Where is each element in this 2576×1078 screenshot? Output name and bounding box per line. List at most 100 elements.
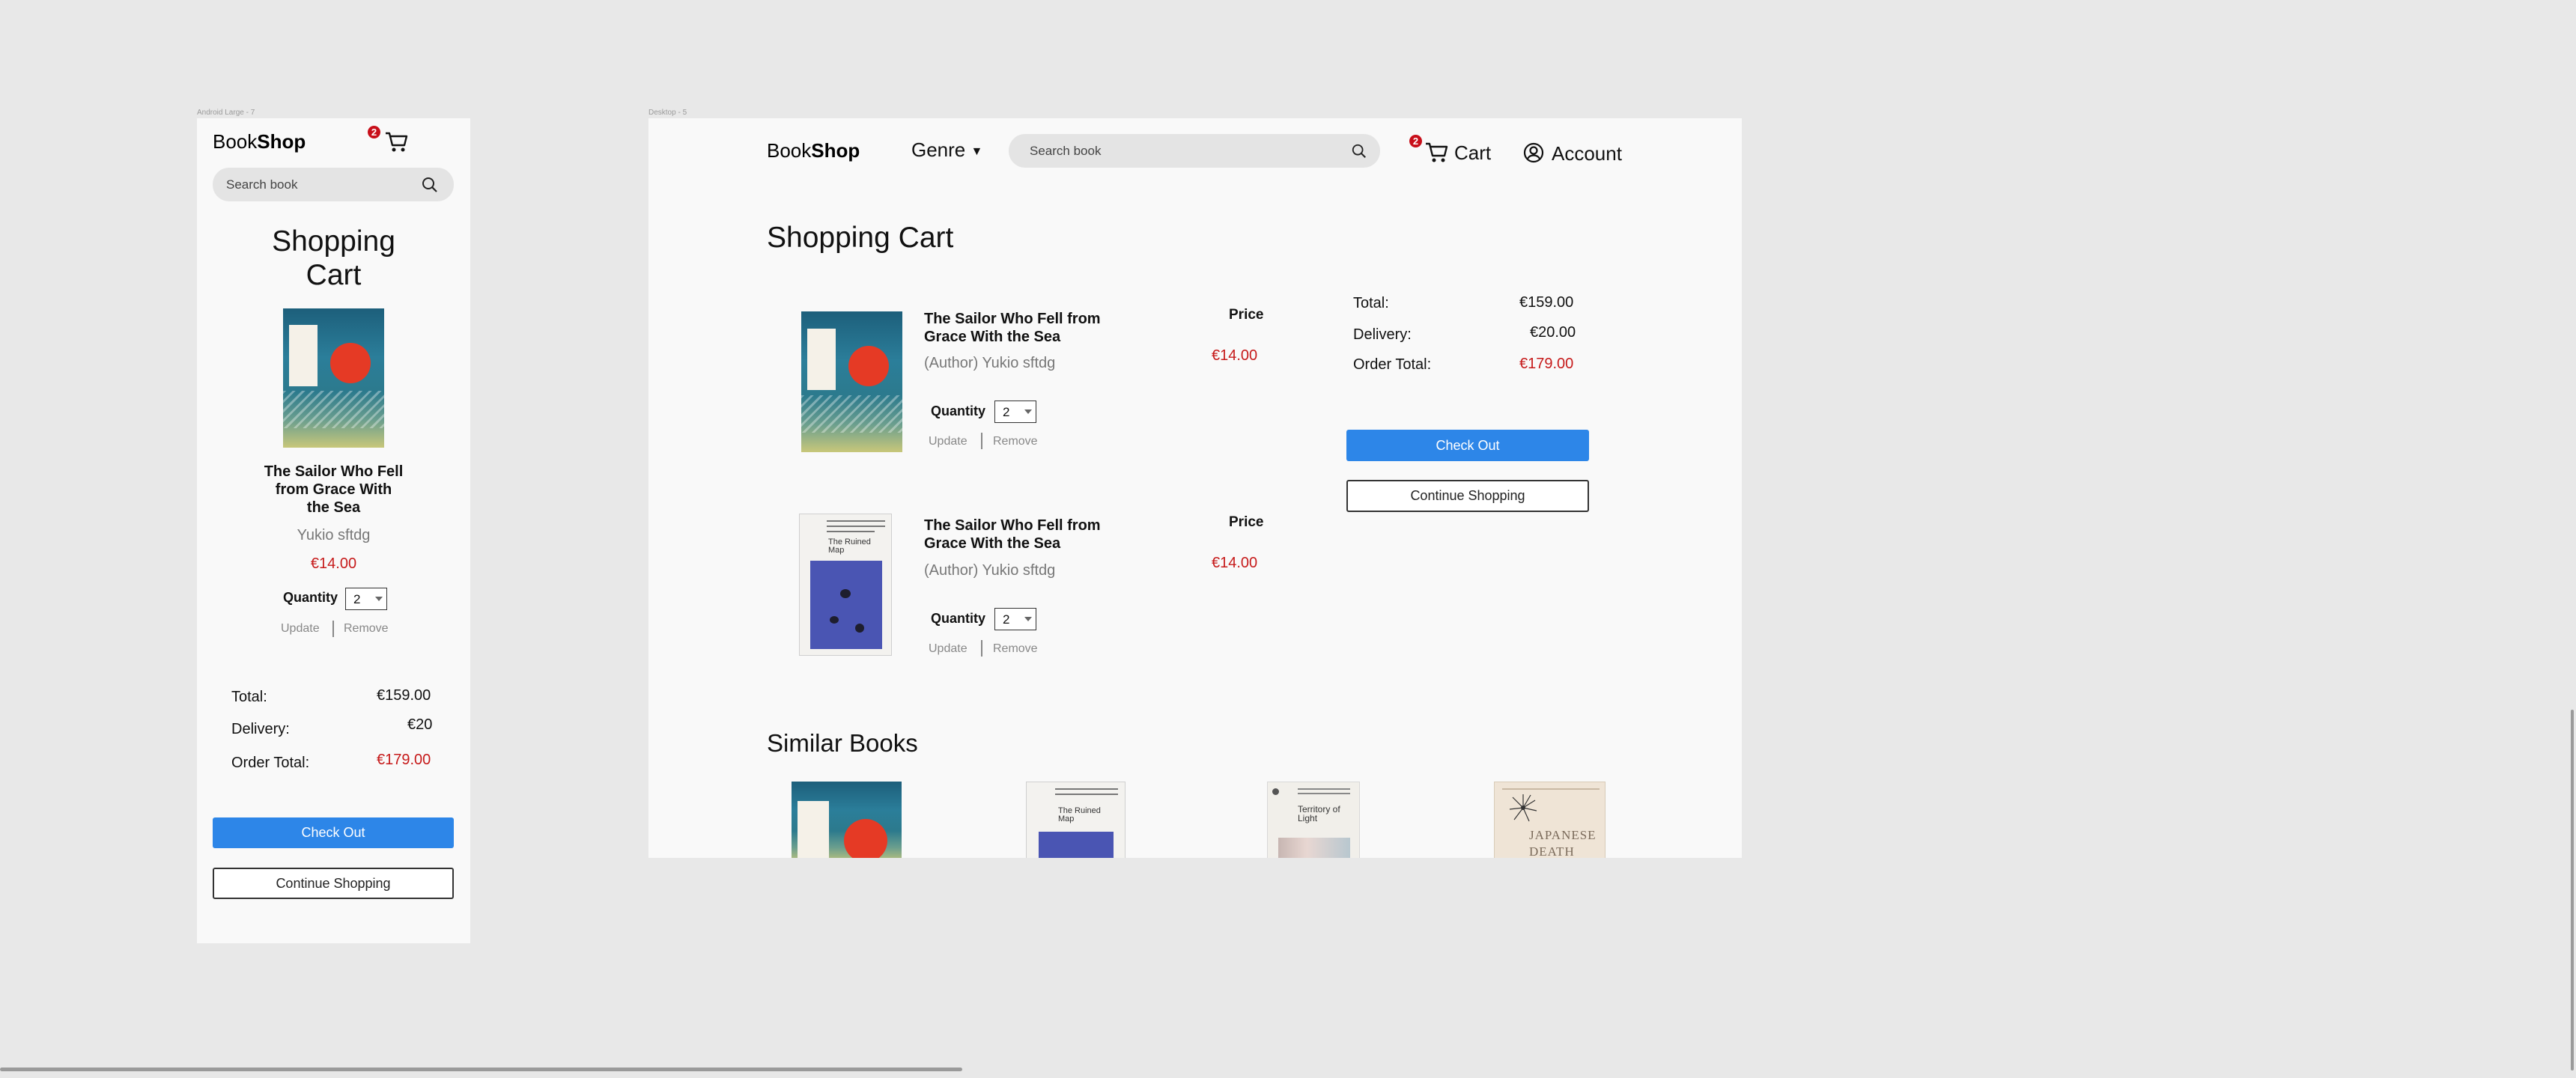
cover-text-stripe bbox=[1502, 788, 1600, 790]
checkout-button[interactable]: Check Out bbox=[213, 817, 454, 848]
item-author: Yukio sftdg bbox=[297, 527, 371, 543]
cart-icon bbox=[386, 132, 408, 152]
cover-note bbox=[798, 801, 829, 858]
item-title-line2: from Grace With bbox=[275, 481, 392, 498]
cart-item-title-line2: Grace With the Sea bbox=[924, 329, 1061, 345]
total-value: €159.00 bbox=[377, 687, 431, 704]
similar-book-ruined-map[interactable]: The Ruined Map bbox=[1026, 782, 1126, 858]
brand-logo[interactable]: BookShop bbox=[213, 130, 306, 153]
cover-wave bbox=[283, 391, 384, 428]
genre-label: Genre bbox=[911, 138, 966, 161]
cart-button[interactable] bbox=[384, 130, 408, 153]
cart-item-author: (Author) Yukio sftdg bbox=[924, 355, 1056, 371]
remove-link[interactable]: Remove bbox=[993, 435, 1038, 448]
chevron-down-icon bbox=[1024, 409, 1032, 414]
book-cover-sailor[interactable] bbox=[283, 308, 384, 448]
horizontal-scrollbar[interactable] bbox=[0, 1068, 962, 1071]
item-title[interactable]: The Sailor Who Fell from Grace With the … bbox=[197, 463, 470, 517]
cart-item-price: €14.00 bbox=[1212, 555, 1258, 571]
continue-shopping-button[interactable]: Continue Shopping bbox=[1346, 480, 1589, 512]
order-total-value: €179.00 bbox=[1519, 356, 1574, 372]
cover-note bbox=[807, 329, 836, 390]
cover-text-stripe bbox=[1055, 794, 1118, 795]
search-bar[interactable]: Search book bbox=[1009, 134, 1380, 168]
remove-link[interactable]: Remove bbox=[344, 622, 389, 636]
link-divider bbox=[981, 433, 982, 449]
quantity-select[interactable]: 2 bbox=[994, 401, 1036, 423]
cover-text-stripe bbox=[827, 526, 885, 527]
brand-bold: Shop bbox=[811, 139, 860, 162]
update-link[interactable]: Update bbox=[929, 642, 967, 656]
cart-icon bbox=[1426, 142, 1448, 162]
order-total-value: €179.00 bbox=[377, 752, 431, 768]
brand-prefix: Book bbox=[213, 130, 258, 153]
cover-art-mark bbox=[830, 616, 839, 624]
total-value: €159.00 bbox=[1519, 294, 1574, 311]
quantity-value: 2 bbox=[1003, 405, 1010, 419]
cover-text-stripe bbox=[827, 531, 875, 532]
similar-book-japanese[interactable]: JAPANESE DEATH bbox=[1494, 782, 1606, 858]
book-cover-ruined-map[interactable]: The Ruined Map bbox=[799, 514, 892, 656]
remove-link[interactable]: Remove bbox=[993, 642, 1038, 656]
item-title-line1: The Sailor Who Fell bbox=[264, 463, 404, 480]
similar-book-territory[interactable]: Territory of Light bbox=[1267, 782, 1360, 858]
similar-book-sailor[interactable] bbox=[792, 782, 902, 858]
cover-art-mark bbox=[855, 624, 864, 633]
cover-note bbox=[289, 325, 318, 386]
cart-count-badge: 2 bbox=[1409, 135, 1422, 147]
quantity-value: 2 bbox=[1003, 612, 1010, 627]
delivery-label: Delivery: bbox=[1353, 326, 1412, 343]
quantity-select[interactable]: 2 bbox=[345, 588, 387, 610]
vertical-scrollbar[interactable] bbox=[2571, 710, 2574, 1071]
price-label: Price bbox=[1229, 307, 1264, 323]
cover-title: The Ruined Map bbox=[1058, 806, 1101, 823]
cover-art bbox=[810, 561, 882, 649]
page-title-line1: Shopping bbox=[272, 225, 395, 258]
update-link[interactable]: Update bbox=[281, 622, 320, 636]
cover-text-stripe bbox=[1055, 788, 1118, 790]
search-input[interactable]: Search book bbox=[226, 177, 297, 192]
order-total-label: Order Total: bbox=[231, 755, 310, 771]
cart-item-author: (Author) Yukio sftdg bbox=[924, 562, 1056, 579]
publisher-logo-icon bbox=[1272, 788, 1279, 795]
item-price: €14.00 bbox=[310, 555, 357, 572]
quantity-label: Quantity bbox=[283, 590, 338, 605]
cover-title: Territory of Light bbox=[1298, 804, 1340, 823]
genre-menu[interactable]: Genre ▼ bbox=[911, 138, 982, 162]
quantity-select[interactable]: 2 bbox=[994, 608, 1036, 630]
search-bar[interactable]: Search book bbox=[213, 168, 454, 201]
cover-wave bbox=[801, 395, 902, 433]
cart-item-title[interactable]: The Sailor Who Fell from Grace With the … bbox=[924, 310, 1101, 346]
search-input[interactable]: Search book bbox=[1030, 144, 1101, 159]
book-cover-sailor[interactable] bbox=[801, 311, 902, 452]
caret-down-icon: ▼ bbox=[970, 145, 983, 158]
cover-text-stripe bbox=[827, 520, 885, 522]
checkout-button[interactable]: Check Out bbox=[1346, 430, 1589, 461]
update-link[interactable]: Update bbox=[929, 435, 967, 448]
cart-item-title-line1: The Sailor Who Fell from bbox=[924, 517, 1101, 534]
cover-art bbox=[1039, 832, 1114, 858]
page-title-line2: Cart bbox=[306, 259, 362, 291]
quantity-label: Quantity bbox=[931, 404, 986, 418]
brand-logo[interactable]: BookShop bbox=[767, 139, 860, 162]
cover-title: The Ruined Map bbox=[828, 538, 871, 555]
chevron-down-icon bbox=[1024, 617, 1032, 621]
order-total-label: Order Total: bbox=[1353, 356, 1432, 373]
account-label: Account bbox=[1552, 142, 1622, 165]
cover-art bbox=[1278, 838, 1350, 858]
page-title: Shopping Cart bbox=[767, 222, 954, 254]
flower-icon bbox=[1509, 794, 1537, 822]
search-icon[interactable] bbox=[421, 176, 439, 194]
delivery-value: €20.00 bbox=[1530, 324, 1576, 341]
search-icon[interactable] bbox=[1351, 143, 1367, 159]
cart-item-title-line1: The Sailor Who Fell from bbox=[924, 311, 1101, 327]
similar-books-title: Similar Books bbox=[767, 729, 918, 757]
cart-item-price: €14.00 bbox=[1212, 347, 1258, 364]
cover-sun bbox=[844, 819, 887, 858]
cart-item-title[interactable]: The Sailor Who Fell from Grace With the … bbox=[924, 517, 1101, 552]
desktop-frame-label: Desktop - 5 bbox=[648, 109, 687, 117]
continue-shopping-button[interactable]: Continue Shopping bbox=[213, 868, 454, 899]
delivery-value: €20 bbox=[407, 716, 433, 733]
cover-sun bbox=[848, 346, 889, 386]
cover-text-stripe bbox=[1298, 788, 1350, 790]
